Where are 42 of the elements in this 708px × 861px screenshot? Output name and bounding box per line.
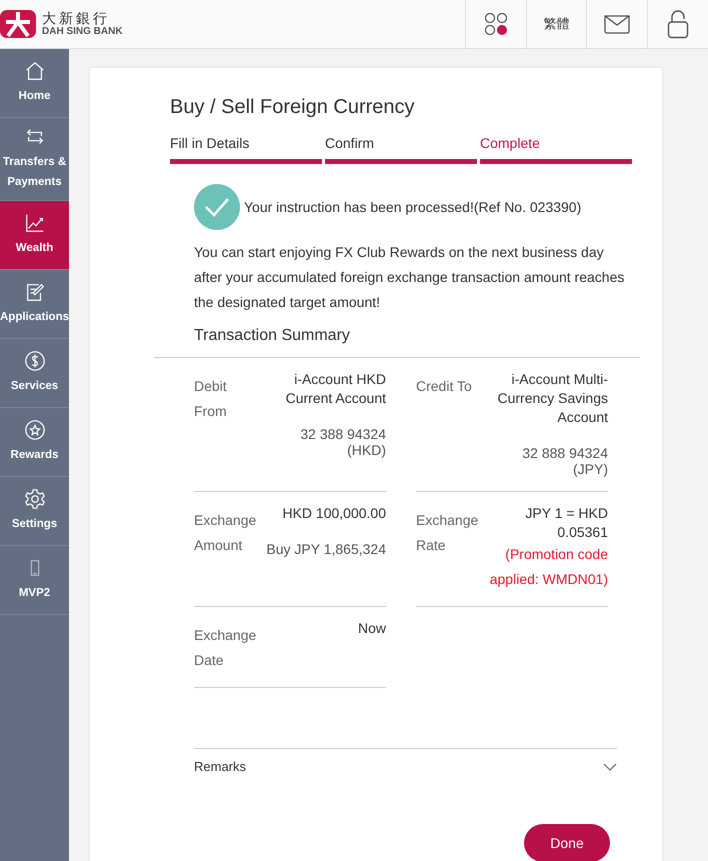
padlock-icon: [667, 9, 689, 39]
sidebar-item[interactable]: Rewards: [0, 408, 69, 477]
done-button[interactable]: Done: [524, 824, 610, 861]
chevron-icon: [603, 762, 617, 770]
field-label: Exchange Date: [194, 626, 258, 670]
sidebar-item[interactable]: Home: [0, 49, 69, 118]
sidebar-item[interactable]: MVP2: [0, 546, 69, 615]
sidebar-item[interactable]: Settings: [0, 477, 69, 546]
mail-icon: [603, 14, 631, 34]
section-title: Transaction Summary: [194, 327, 351, 345]
chart-icon: [24, 212, 46, 234]
field-label: Credit To: [416, 377, 473, 396]
remarks-toggle[interactable]: Remarks: [194, 748, 617, 784]
gear-icon: [24, 488, 46, 510]
promotion-note: (Promotion code applied: WMDN01): [488, 545, 608, 589]
rewards-message: You can start enjoying FX Club Rewards on the next business day after your accumulated foreign exchange transaction amount reaches the designated target amount!: [194, 243, 626, 312]
progress-step: Fill in Details: [170, 135, 322, 164]
field-value: HKD 100,000.00: [282, 504, 386, 523]
page-title: Buy / Sell Foreign Currency: [170, 96, 416, 119]
progress-step: Confirm: [325, 135, 477, 164]
field-label: Exchange Amount: [194, 511, 258, 555]
bank-name-chinese: 大新銀行: [42, 10, 111, 26]
sidebar-item[interactable]: Applications: [0, 270, 69, 339]
dots-icon: [484, 12, 508, 36]
sidebar-item[interactable]: Services: [0, 339, 69, 408]
checkmark-icon: [194, 184, 240, 230]
field-value: Now: [358, 619, 386, 638]
progress-step: Complete: [480, 135, 632, 164]
bank-name: DAH SING BANK: [42, 26, 123, 38]
field-value: i-Account Multi-Currency Savings Account: [496, 370, 608, 427]
field-detail: Buy JPY 1,865,324: [266, 541, 386, 557]
field-label: Debit From: [194, 377, 228, 421]
language-button[interactable]: 繁體: [526, 0, 586, 48]
field-label: Exchange Rate: [416, 511, 480, 555]
field-detail: 32 388 94324 (HKD): [299, 426, 386, 458]
field-value: i-Account HKD Current Account: [284, 370, 386, 408]
status-message: Your instruction has been processed!(Ref No. 023390): [244, 199, 582, 215]
home-icon: [24, 60, 46, 82]
field-value: JPY 1 = HKD 0.05361: [524, 504, 608, 542]
field-detail: 32 888 94324 (JPY): [521, 445, 608, 477]
dollar-icon: [24, 350, 46, 372]
sidebar-item[interactable]: Wealth: [0, 201, 69, 270]
